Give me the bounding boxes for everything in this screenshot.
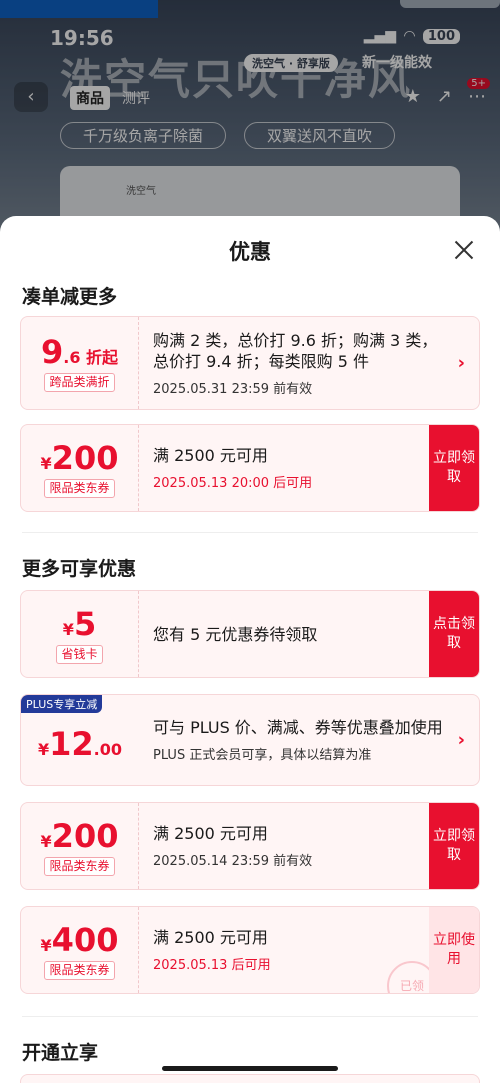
savings-description: 您有 5 元优惠券待领取	[153, 624, 318, 644]
membership-card[interactable]	[20, 1074, 480, 1083]
savings-amount: 5	[73, 605, 97, 643]
discount-card[interactable]: 9.6 折起 跨品类满折 购满 2 类，总价打 9.6 折；购满 3 类，总价打…	[20, 316, 480, 410]
discount-tag: 跨品类满折	[44, 373, 115, 392]
plus-discount-card[interactable]: PLUS专享立减 ¥12.00 可与 PLUS 价、满减、券等优惠叠加使用 PL…	[20, 694, 480, 786]
coupon-card: ¥200 限品类东券 满 2500 元可用 2025.05.13 20:00 后…	[20, 424, 480, 512]
currency-symbol: ¥	[40, 832, 52, 851]
claim-button[interactable]: 立即领取	[429, 425, 479, 511]
coupon-tag: 限品类东券	[44, 857, 115, 876]
coupon-amount: 200	[51, 817, 119, 855]
section-divider	[22, 1016, 478, 1017]
modal-overlay[interactable]	[0, 0, 500, 240]
currency-symbol: ¥	[40, 936, 52, 955]
chevron-right-icon[interactable]: ›	[458, 353, 465, 374]
discount-amount: 9	[40, 333, 64, 371]
use-now-button[interactable]: 立即使用	[429, 907, 479, 993]
coupon-tag: 限品类东券	[44, 479, 115, 498]
home-indicator[interactable]	[162, 1066, 338, 1071]
coupon-validity: 2025.05.13 后可用	[153, 958, 271, 973]
section-title-more: 更多可享优惠	[22, 558, 137, 580]
discount-sheet: 优惠 凑单减更多 9.6 折起 跨品类满折 购满 2 类，总价打 9.6 折；购…	[0, 216, 500, 1083]
discount-amount-suffix: .6 折起	[63, 348, 119, 367]
savings-tag: 省钱卡	[56, 645, 103, 664]
coupon-tag: 限品类东券	[44, 961, 115, 980]
coupon-amount: 400	[51, 921, 119, 959]
coupon-condition: 满 2500 元可用	[153, 446, 268, 465]
discount-description: 购满 2 类，总价打 9.6 折；购满 3 类，总价打 9.4 折；每类限购 5…	[153, 330, 438, 371]
coupon-card: ¥200 限品类东券 满 2500 元可用 2025.05.14 23:59 前…	[20, 802, 480, 890]
coupon-card: ¥400 限品类东券 满 2500 元可用 2025.05.13 后可用 已领 …	[20, 906, 480, 994]
coupon-amount: 200	[51, 439, 119, 477]
plus-amount: 12	[49, 725, 94, 763]
plus-description: 可与 PLUS 价、满减、券等优惠叠加使用	[153, 718, 443, 737]
section-title-combo: 凑单减更多	[22, 286, 118, 308]
claim-button[interactable]: 立即领取	[429, 803, 479, 889]
currency-symbol: ¥	[62, 620, 74, 639]
coupon-condition: 满 2500 元可用	[153, 824, 268, 843]
section-title-open: 开通立享	[22, 1042, 99, 1064]
currency-symbol: ¥	[37, 740, 50, 759]
close-icon[interactable]	[452, 238, 476, 262]
section-divider	[22, 532, 478, 533]
savings-card: ¥5 省钱卡 您有 5 元优惠券待领取 点击领取	[20, 590, 480, 678]
coupon-validity: 2025.05.14 23:59 前有效	[153, 854, 313, 869]
chevron-right-icon[interactable]: ›	[458, 730, 465, 751]
sheet-title: 优惠	[229, 240, 271, 264]
coupon-validity: 2025.05.13 20:00 后可用	[153, 476, 313, 491]
currency-symbol: ¥	[40, 454, 52, 473]
claim-savings-button[interactable]: 点击领取	[429, 591, 479, 677]
plus-note: PLUS 正式会员可享，具体以结算为准	[153, 748, 372, 763]
discount-left: 9.6 折起 跨品类满折	[21, 317, 139, 409]
plus-amount-decimal: .00	[93, 740, 122, 759]
discount-expiry: 2025.05.31 23:59 前有效	[153, 381, 313, 397]
coupon-condition: 满 2500 元可用	[153, 928, 268, 947]
